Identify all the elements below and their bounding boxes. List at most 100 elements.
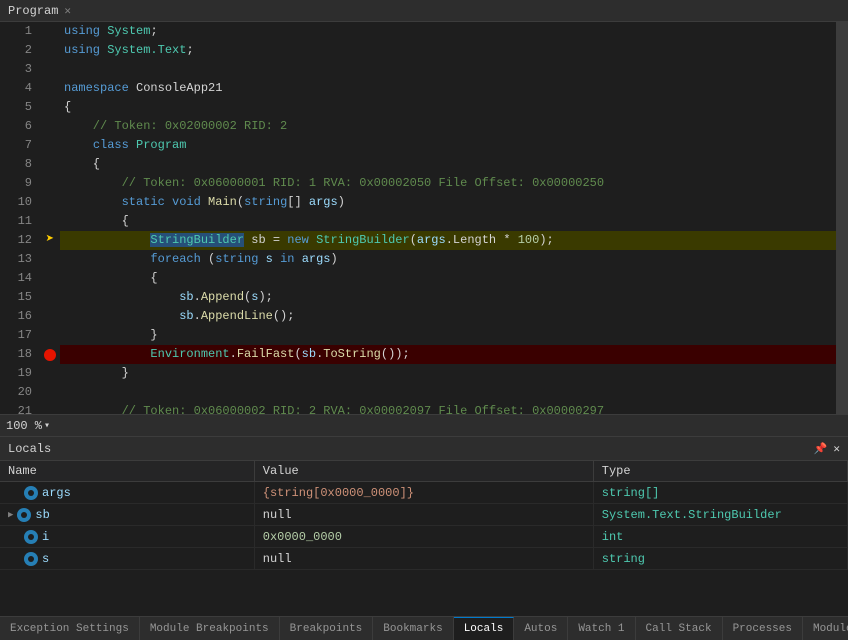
var-name-cell: s bbox=[0, 548, 254, 570]
tab-call-stack[interactable]: Call Stack bbox=[636, 617, 723, 640]
line-number: 11 bbox=[0, 212, 32, 231]
var-value: 0x0000_0000 bbox=[263, 530, 342, 544]
var-name: args bbox=[42, 486, 71, 500]
line-number: 15 bbox=[0, 288, 32, 307]
line-number: 18 bbox=[0, 345, 32, 364]
line-numbers: 1234567891011121314151617181920212223 bbox=[0, 22, 40, 414]
gutter-line bbox=[40, 288, 60, 307]
tab-exception-settings[interactable]: Exception Settings bbox=[0, 617, 140, 640]
var-name: i bbox=[42, 530, 49, 544]
variable-icon bbox=[24, 530, 38, 544]
zoom-arrow[interactable]: ▾ bbox=[44, 420, 50, 432]
close-button[interactable]: ✕ bbox=[64, 4, 71, 18]
bottom-tabs: Exception SettingsModule BreakpointsBrea… bbox=[0, 616, 848, 640]
gutter-line: ➤ bbox=[40, 231, 60, 250]
gutter: ➤ bbox=[40, 22, 60, 414]
var-value: {string[0x0000_0000]} bbox=[263, 486, 414, 500]
gutter-line bbox=[40, 98, 60, 117]
tab-breakpoints[interactable]: Breakpoints bbox=[280, 617, 374, 640]
tab-autos[interactable]: Autos bbox=[514, 617, 568, 640]
gutter-line bbox=[40, 41, 60, 60]
locals-pin-button[interactable]: 📌 bbox=[814, 442, 828, 456]
code-line: class Program bbox=[60, 136, 836, 155]
zoom-bar: 100 % ▾ bbox=[0, 414, 848, 436]
tab-modules[interactable]: Modules bbox=[803, 617, 848, 640]
gutter-line bbox=[40, 364, 60, 383]
var-type-cell: string[] bbox=[593, 482, 847, 504]
table-row[interactable]: s null string bbox=[0, 548, 848, 570]
line-number: 1 bbox=[0, 22, 32, 41]
code-content[interactable]: using System;using System.Text; namespac… bbox=[60, 22, 836, 414]
code-line: StringBuilder sb = new StringBuilder(arg… bbox=[60, 231, 836, 250]
locals-close-button[interactable]: ✕ bbox=[833, 442, 840, 456]
table-row[interactable]: i 0x0000_0000 int bbox=[0, 526, 848, 548]
gutter-line bbox=[40, 383, 60, 402]
code-line: using System; bbox=[60, 22, 836, 41]
line-number: 3 bbox=[0, 60, 32, 79]
locals-controls: 📌 ✕ bbox=[814, 442, 840, 456]
code-line: { bbox=[60, 269, 836, 288]
line-number: 7 bbox=[0, 136, 32, 155]
tab-processes[interactable]: Processes bbox=[723, 617, 803, 640]
var-name: sb bbox=[35, 508, 49, 522]
line-number: 2 bbox=[0, 41, 32, 60]
gutter-line bbox=[40, 174, 60, 193]
code-line: { bbox=[60, 98, 836, 117]
gutter-line bbox=[40, 402, 60, 414]
gutter-line bbox=[40, 345, 60, 364]
tab-bookmarks[interactable]: Bookmarks bbox=[373, 617, 453, 640]
gutter-line bbox=[40, 326, 60, 345]
var-type-cell: System.Text.StringBuilder bbox=[593, 504, 847, 526]
var-type-cell: string bbox=[593, 548, 847, 570]
tab-locals[interactable]: Locals bbox=[454, 617, 515, 640]
expand-arrow-icon[interactable]: ▶ bbox=[8, 510, 13, 520]
code-line: // Token: 0x02000002 RID: 2 bbox=[60, 117, 836, 136]
var-name-cell: i bbox=[0, 526, 254, 548]
locals-header: Locals 📌 ✕ bbox=[0, 437, 848, 461]
gutter-line bbox=[40, 136, 60, 155]
zoom-level[interactable]: 100 % bbox=[6, 419, 42, 433]
col-value: Value bbox=[254, 461, 593, 482]
table-row[interactable]: ▶ sb null System.Text.StringBuilder bbox=[0, 504, 848, 526]
col-name: Name bbox=[0, 461, 254, 482]
var-value: null bbox=[263, 552, 292, 566]
code-line: { bbox=[60, 155, 836, 174]
title-bar-label: Program bbox=[8, 4, 58, 18]
editor-area: 1234567891011121314151617181920212223 ➤ … bbox=[0, 22, 848, 436]
table-row[interactable]: args {string[0x0000_0000]} string[] bbox=[0, 482, 848, 504]
line-number: 21 bbox=[0, 402, 32, 414]
current-line-arrow: ➤ bbox=[46, 231, 54, 250]
line-number: 8 bbox=[0, 155, 32, 174]
locals-title: Locals bbox=[8, 442, 51, 456]
gutter-line bbox=[40, 79, 60, 98]
code-line: foreach (string s in args) bbox=[60, 250, 836, 269]
line-number: 16 bbox=[0, 307, 32, 326]
var-value: null bbox=[263, 508, 292, 522]
vertical-scrollbar[interactable] bbox=[836, 22, 848, 414]
line-number: 19 bbox=[0, 364, 32, 383]
gutter-line bbox=[40, 250, 60, 269]
gutter-line bbox=[40, 22, 60, 41]
code-line bbox=[60, 383, 836, 402]
gutter-line bbox=[40, 212, 60, 231]
line-number: 17 bbox=[0, 326, 32, 345]
title-bar: Program ✕ bbox=[0, 0, 848, 22]
gutter-line bbox=[40, 193, 60, 212]
var-value-cell: null bbox=[254, 548, 593, 570]
var-value-cell: null bbox=[254, 504, 593, 526]
var-name: s bbox=[42, 552, 49, 566]
tab-module-breakpoints[interactable]: Module Breakpoints bbox=[140, 617, 280, 640]
code-line: // Token: 0x06000001 RID: 1 RVA: 0x00002… bbox=[60, 174, 836, 193]
locals-table[interactable]: Name Value Type args{string[0x0000_0000]… bbox=[0, 461, 848, 616]
var-type-cell: int bbox=[593, 526, 847, 548]
breakpoint-icon[interactable] bbox=[44, 349, 56, 361]
var-value-cell: {string[0x0000_0000]} bbox=[254, 482, 593, 504]
gutter-line bbox=[40, 269, 60, 288]
code-line: { bbox=[60, 212, 836, 231]
code-line: } bbox=[60, 364, 836, 383]
gutter-line bbox=[40, 155, 60, 174]
code-line: namespace ConsoleApp21 bbox=[60, 79, 836, 98]
code-container: 1234567891011121314151617181920212223 ➤ … bbox=[0, 22, 848, 414]
var-type: string[] bbox=[602, 486, 660, 500]
tab-watch-1[interactable]: Watch 1 bbox=[568, 617, 635, 640]
